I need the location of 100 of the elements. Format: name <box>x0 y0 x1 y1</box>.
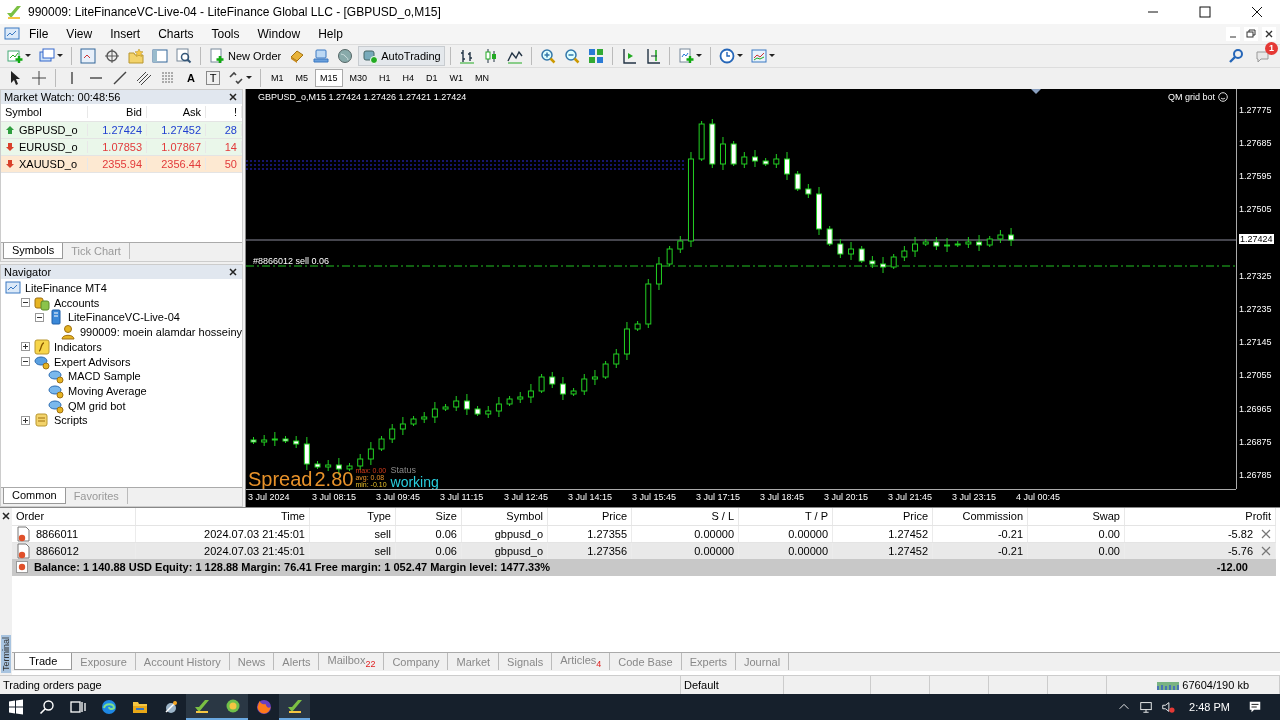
menu-item[interactable]: Tools <box>202 26 249 41</box>
table-cell: 0.00000 <box>694 544 734 557</box>
price-label: 1.26785 <box>1239 469 1272 480</box>
tree-item[interactable]: QM grid bot <box>68 399 126 412</box>
panel-tab[interactable]: Common <box>3 487 66 504</box>
tree-item[interactable]: Moving Average <box>68 384 147 397</box>
column-header[interactable]: Symbol <box>1 106 88 119</box>
tree-item[interactable]: LiteFinanceVC-Live-04 <box>68 311 180 324</box>
network-icon[interactable] <box>1139 700 1154 714</box>
column-header[interactable]: Type <box>310 507 396 525</box>
table-cell: sell <box>374 527 391 540</box>
panel-tab[interactable]: Symbols <box>3 242 64 259</box>
tree-item[interactable]: Indicators <box>54 340 102 353</box>
task-view-icon[interactable] <box>69 699 86 715</box>
column-header[interactable]: Commission <box>933 507 1028 525</box>
folder-icon[interactable] <box>131 699 148 715</box>
symbol-cell[interactable]: XAUUSD_o <box>19 157 78 170</box>
fox-ball-icon[interactable] <box>255 699 272 715</box>
column-header[interactable]: Time <box>136 507 310 525</box>
tree-item[interactable]: Scripts <box>54 414 88 427</box>
time-label: 3 Jul 08:15 <box>312 491 357 502</box>
column-header[interactable]: Price <box>833 507 933 525</box>
tree-item[interactable]: Expert Advisors <box>54 355 131 368</box>
ask-cell: 1.07867 <box>147 140 206 153</box>
candle <box>986 235 993 248</box>
menu-item[interactable]: Help <box>309 26 352 41</box>
close-icon[interactable] <box>229 92 237 101</box>
restore-button[interactable] <box>1244 26 1258 41</box>
terminal-tab[interactable]: Articles$_{4}$ <box>552 653 611 671</box>
candle <box>997 229 1004 244</box>
symbol-cell[interactable]: GBPUSD_o <box>19 123 78 136</box>
notification-icon[interactable] <box>1248 700 1262 714</box>
check-logo-icon[interactable] <box>286 698 303 714</box>
collapse-icon[interactable] <box>21 298 30 308</box>
candle <box>890 253 897 270</box>
candle <box>549 371 556 389</box>
time-label: 3 Jul 18:45 <box>760 491 805 502</box>
candle <box>602 360 609 380</box>
text-tool-button[interactable]: A <box>181 68 201 89</box>
clock[interactable]: 2:48 PM <box>1189 701 1230 713</box>
swirl-icon[interactable] <box>100 699 117 715</box>
candle <box>698 120 705 162</box>
candle <box>506 395 513 407</box>
symbol-cell[interactable]: EURUSD_o <box>19 140 78 153</box>
candle <box>570 387 577 397</box>
timeframe-button[interactable]: H1 <box>374 69 396 88</box>
price-label: 1.27685 <box>1239 137 1272 148</box>
panel-title: Market Watch: 00:48:56 <box>4 90 121 103</box>
close-icon[interactable] <box>229 267 237 276</box>
tree-item[interactable]: 990009: moein alamdar hosseiny <box>79 326 242 339</box>
candle <box>442 403 449 412</box>
tree-item[interactable]: MACD Sample <box>68 370 141 383</box>
start-icon[interactable] <box>7 699 24 715</box>
timeframe-button[interactable]: M30 <box>344 69 373 88</box>
menu-item[interactable]: File <box>20 26 58 41</box>
column-header[interactable]: Bid <box>88 106 147 119</box>
column-header[interactable]: Size <box>396 507 462 525</box>
column-header[interactable]: S / L <box>632 507 739 525</box>
tree-item[interactable]: LiteFinance MT4 <box>25 282 107 295</box>
coin-app-icon[interactable] <box>224 698 241 714</box>
text-label-tool-button[interactable]: T <box>206 71 220 86</box>
search-icon[interactable] <box>38 699 55 715</box>
collapse-icon[interactable] <box>35 312 44 322</box>
candle <box>485 405 492 419</box>
table-cell: 0.00000 <box>788 544 828 557</box>
menu-item[interactable]: Charts <box>149 26 203 41</box>
timeframe-button[interactable]: M5 <box>290 69 314 88</box>
price-label: 1.27325 <box>1239 270 1272 281</box>
candle <box>538 373 545 394</box>
timeframe-button[interactable]: D1 <box>421 69 443 88</box>
column-header[interactable]: Swap <box>1028 507 1125 525</box>
column-header[interactable]: ! <box>206 106 242 119</box>
terminal-tab[interactable]: Trade <box>14 653 73 671</box>
speaker-muted-icon[interactable] <box>1161 700 1176 714</box>
terminal-tab[interactable]: Mailbox$_{22}$ <box>319 653 385 671</box>
expand-icon[interactable] <box>21 342 30 352</box>
close-button[interactable] <box>1262 26 1276 41</box>
menu-item[interactable]: Window <box>248 26 310 41</box>
timeframe-button[interactable]: W1 <box>444 69 469 88</box>
column-header[interactable]: Ask <box>147 106 206 119</box>
column-header[interactable]: Price <box>548 507 632 525</box>
column-header[interactable]: T / P <box>739 507 833 525</box>
autotrading-button[interactable]: AutoTrading <box>358 45 445 66</box>
expand-icon[interactable] <box>21 415 30 425</box>
column-header[interactable]: Symbol <box>462 507 548 525</box>
minimize-button[interactable] <box>1226 26 1240 41</box>
close-icon[interactable] <box>2 511 10 520</box>
timeframe-button[interactable]: MN <box>470 69 495 88</box>
timeframe-button[interactable]: M15 <box>315 69 343 88</box>
menu-item[interactable]: View <box>57 26 102 41</box>
collapse-icon[interactable] <box>21 357 30 366</box>
timeframe-button[interactable]: M1 <box>266 69 289 88</box>
menu-item[interactable]: Insert <box>101 26 150 41</box>
column-header[interactable]: Profit <box>1125 507 1276 525</box>
timeframe-button[interactable]: H4 <box>397 69 420 88</box>
new-order-button[interactable]: New Order <box>206 45 285 66</box>
column-header[interactable]: Order <box>12 507 136 525</box>
check-logo-icon[interactable] <box>193 698 210 714</box>
chart-window-icon[interactable] <box>77 45 99 66</box>
tree-item[interactable]: Accounts <box>54 296 100 309</box>
